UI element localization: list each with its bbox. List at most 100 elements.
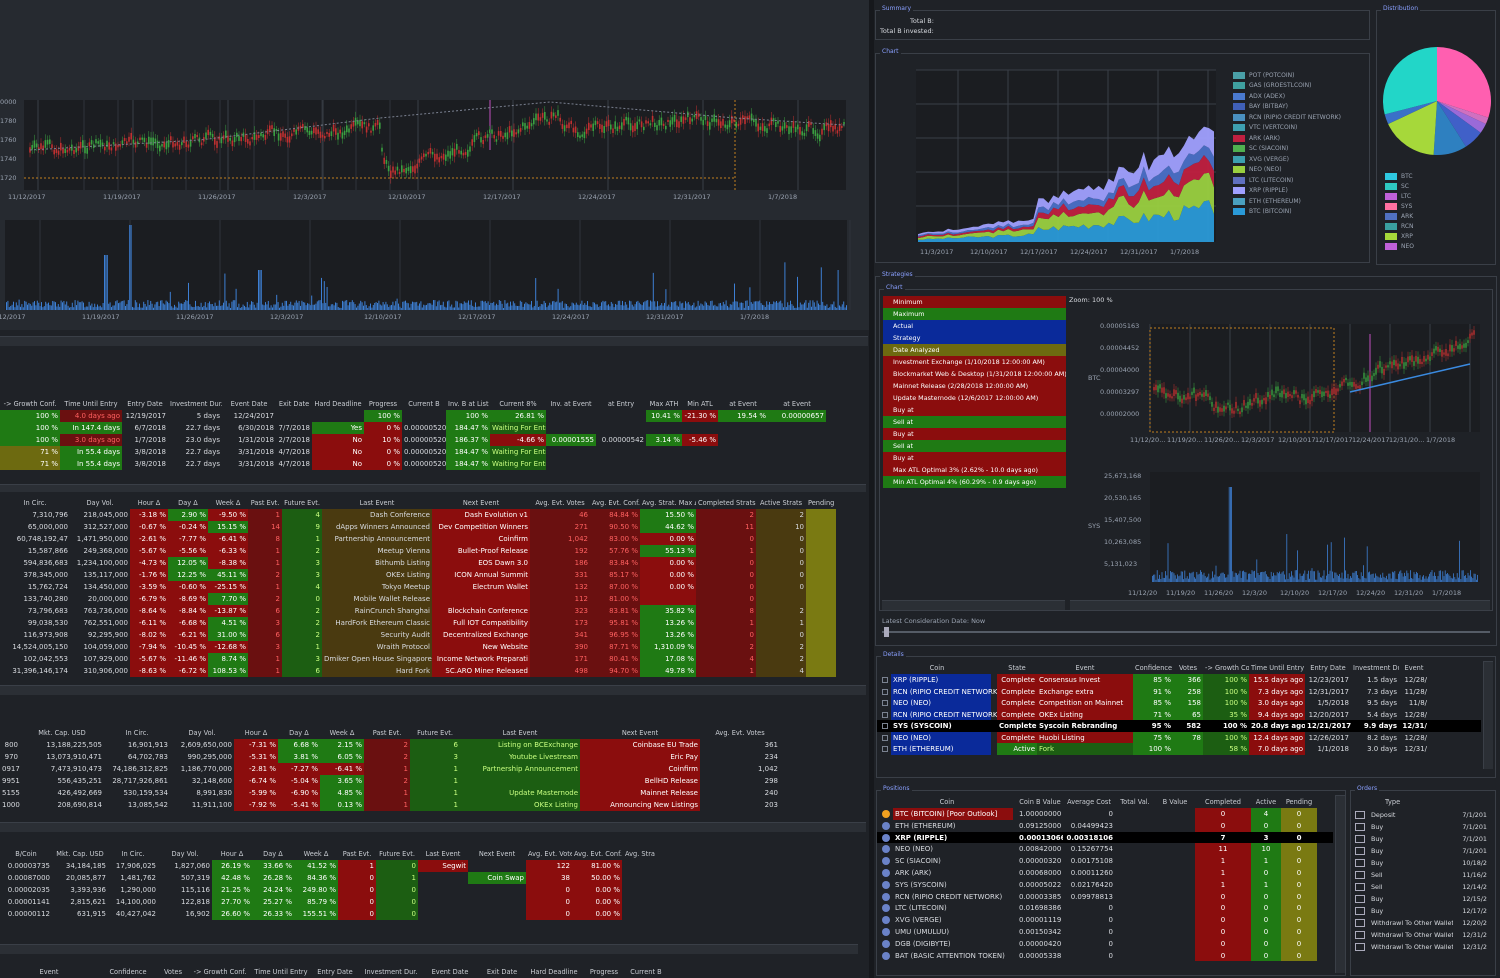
legend-item[interactable]: ARK (ARK): [1233, 133, 1341, 144]
consideration-slider[interactable]: [882, 631, 1490, 633]
column-header[interactable]: at Event: [768, 398, 826, 410]
strategy-item[interactable]: Max ATL Optimal 3% (2.62% - 10.0 days ag…: [883, 464, 1066, 476]
table-row[interactable]: 0917 7,473,910,473 74,186,312,825 1,186,770…: [0, 763, 866, 775]
pie-legend-item[interactable]: BTC: [1385, 171, 1414, 181]
column-header[interactable]: In Circ.: [0, 497, 70, 509]
table-row[interactable]: 970 13,073,910,471 64,702,783 990,295,000 -5…: [0, 751, 866, 763]
details-row[interactable]: RCN (RIPIO CREDIT NETWORK) Complete OKEx L…: [877, 708, 1481, 720]
table-row[interactable]: 0.00001141 2,815,621 14,100,000 122,818 27.7…: [0, 896, 866, 908]
small-coins-scrollbar[interactable]: [0, 944, 858, 954]
positions-vscroll[interactable]: [1335, 795, 1345, 973]
table-row[interactable]: 594,836,683 1,234,100,000 -4.73 % 12.05 % -8…: [0, 557, 866, 569]
pie-legend-item[interactable]: RCN: [1385, 221, 1414, 231]
strategy-item[interactable]: Sell at: [883, 416, 1066, 428]
position-row[interactable]: ARK (ARK) 0.00068000 0.00011260 1 0 0: [877, 866, 1333, 879]
column-header[interactable]: -> Growth Conf.: [1203, 662, 1249, 674]
column-header[interactable]: Completed: [1195, 796, 1251, 808]
column-header[interactable]: Event: [0, 966, 98, 978]
column-header[interactable]: Time Until Entry: [60, 398, 122, 410]
column-header[interactable]: Future Evt.: [410, 727, 460, 739]
table-row[interactable]: 5155 426,492,669 530,159,534 8,991,830 -5.99…: [0, 787, 866, 799]
column-header[interactable]: Inv. at Event: [546, 398, 596, 410]
legend-item[interactable]: ADX (ADEX): [1233, 91, 1341, 102]
column-header[interactable]: Total Val.: [1115, 796, 1155, 808]
column-header[interactable]: Max ATH: [646, 398, 682, 410]
legend-item[interactable]: LTC (LITECOIN): [1233, 175, 1341, 186]
order-row[interactable]: Sell 12/14/2: [1351, 881, 1491, 893]
table-row[interactable]: 60,748,192,47 1,471,950,000 -2.61 % -7.77 %…: [0, 533, 866, 545]
strategy-chart-scrollbar[interactable]: [1070, 600, 1490, 610]
table-row[interactable]: 102,042,553 107,929,000 -5.67 % -11.46 % 8.7…: [0, 653, 866, 665]
column-header[interactable]: Investment Dur.: [360, 966, 422, 978]
column-header[interactable]: Coin: [877, 796, 1017, 808]
table-row[interactable]: 14,524,005,150 104,059,000 -7.94 % -10.45 %…: [0, 641, 866, 653]
details-vscroll[interactable]: [1483, 661, 1493, 769]
column-header[interactable]: Progress: [582, 966, 626, 978]
market-scrollbar[interactable]: [0, 822, 866, 832]
column-header[interactable]: Future Evt.: [376, 848, 418, 860]
table-row[interactable]: 71 % In 55.4 days 3/8/2018 22.7 days 3/31/20…: [0, 446, 866, 458]
events-scrollbar[interactable]: [0, 484, 866, 492]
column-header[interactable]: B Value: [1155, 796, 1195, 808]
pie-legend-item[interactable]: XRP: [1385, 231, 1414, 241]
column-header[interactable]: Votes: [1173, 662, 1203, 674]
details-row[interactable]: ETH (ETHEREUM) Active Fork 100 % 58 % 7.0 day…: [877, 743, 1481, 755]
position-row[interactable]: BAT (BASIC ATTENTION TOKEN) 0.00005338 0 0 0…: [877, 949, 1333, 962]
position-row[interactable]: BTC (BITCOIN) [Poor Outlook] 1.00000000 0 0…: [877, 808, 1333, 820]
position-row[interactable]: SYS (SYSCOIN) 0.00005022 0.02176420 1 1 0: [877, 878, 1333, 891]
order-row[interactable]: Buy 10/18/2: [1351, 857, 1491, 869]
pie-legend-item[interactable]: SC: [1385, 181, 1414, 191]
table-row[interactable]: 100 % In 147.4 days 6/7/2018 22.7 days 6/30/…: [0, 422, 866, 434]
distribution-pie-chart[interactable]: [1377, 11, 1497, 161]
strategy-price-chart[interactable]: 0.000051630.000044520.000040000.00003297…: [1070, 304, 1490, 604]
volume-chart[interactable]: 11/12/201711/19/201711/26/201712/3/20171…: [0, 215, 870, 330]
column-header[interactable]: Hard Deadline: [526, 966, 582, 978]
details-row[interactable]: NEO (NEO) Complete Competition on Mainnet 8…: [877, 697, 1481, 709]
details-row[interactable]: XRP (RIPPLE) Complete Consensus Invest 85 %…: [877, 674, 1481, 686]
column-header[interactable]: Event Date: [222, 398, 276, 410]
strategy-item[interactable]: Sell at: [883, 440, 1066, 452]
position-row[interactable]: UMU (UMULUU) 0.00150342 0 0 0 0: [877, 925, 1333, 938]
position-row[interactable]: ETH (ETHEREUM) 0.09125000 0.04499423 0 0 0: [877, 819, 1333, 832]
strategy-list-scrollbar[interactable]: [882, 600, 1065, 610]
strategy-item[interactable]: Strategy: [883, 332, 1066, 344]
column-header[interactable]: Week Δ: [208, 497, 248, 509]
column-header[interactable]: Current 8%: [490, 398, 546, 410]
order-row[interactable]: Buy 7/1/201: [1351, 845, 1491, 857]
strategy-item[interactable]: Blockmarket Web & Desktop (1/31/2018 12:…: [883, 368, 1066, 380]
column-header[interactable]: Hour Δ: [212, 848, 252, 860]
table-row[interactable]: 0.00087000 20,085,877 1,481,762 507,319 42.4…: [0, 872, 866, 884]
strategy-item[interactable]: Buy at: [883, 428, 1066, 440]
column-header[interactable]: Hour Δ: [130, 497, 168, 509]
column-header[interactable]: Coin: [877, 662, 997, 674]
column-header[interactable]: Past Evt.: [364, 727, 410, 739]
table-row[interactable]: 100 % 3.0 days ago 1/7/2018 23.0 days 1/31/2…: [0, 434, 866, 446]
legend-item[interactable]: SC (SIACOIN): [1233, 144, 1341, 155]
column-header[interactable]: Next Event: [468, 848, 526, 860]
column-header[interactable]: Last Event: [418, 848, 468, 860]
position-row[interactable]: NEO (NEO) 0.00842000 0.15267754 11 10 0: [877, 843, 1333, 856]
column-header[interactable]: Hard Deadline: [312, 398, 364, 410]
column-header[interactable]: Average Cost: [1063, 796, 1115, 808]
table-row[interactable]: 15,762,724 134,450,000 -3.59 % -0.60 % -25.1…: [0, 581, 866, 593]
row-checkbox[interactable]: [882, 734, 888, 741]
column-header[interactable]: Investment Dur.: [168, 398, 222, 410]
legend-item[interactable]: BAY (BITBAY): [1233, 102, 1341, 113]
column-header[interactable]: Mkt. Cap. USD: [52, 848, 108, 860]
splitter[interactable]: [869, 0, 874, 978]
column-header[interactable]: Past Evt.: [338, 848, 376, 860]
order-row[interactable]: Withdrawl To Other Wallet 12/20/2: [1351, 917, 1491, 929]
table-row[interactable]: 100 % 4.0 days ago 12/19/2017 5 days 12/24/2…: [0, 410, 866, 422]
column-header[interactable]: Event: [1037, 662, 1133, 674]
coins-scrollbar[interactable]: [0, 685, 866, 695]
column-header[interactable]: Avg. Evt. Conf.: [590, 497, 640, 509]
order-row[interactable]: Buy 12/17/2: [1351, 905, 1491, 917]
row-checkbox[interactable]: [882, 711, 888, 718]
column-header[interactable]: at Entry: [596, 398, 646, 410]
column-header[interactable]: Votes: [158, 966, 188, 978]
column-header[interactable]: [0, 727, 20, 739]
position-row[interactable]: LTC (LITECOIN) 0.01698386 0 0 0 0: [877, 902, 1333, 915]
column-header[interactable]: -> Growth Conf.: [0, 398, 60, 410]
column-header[interactable]: Active Strats: [756, 497, 806, 509]
column-header[interactable]: B/Coin: [0, 848, 52, 860]
